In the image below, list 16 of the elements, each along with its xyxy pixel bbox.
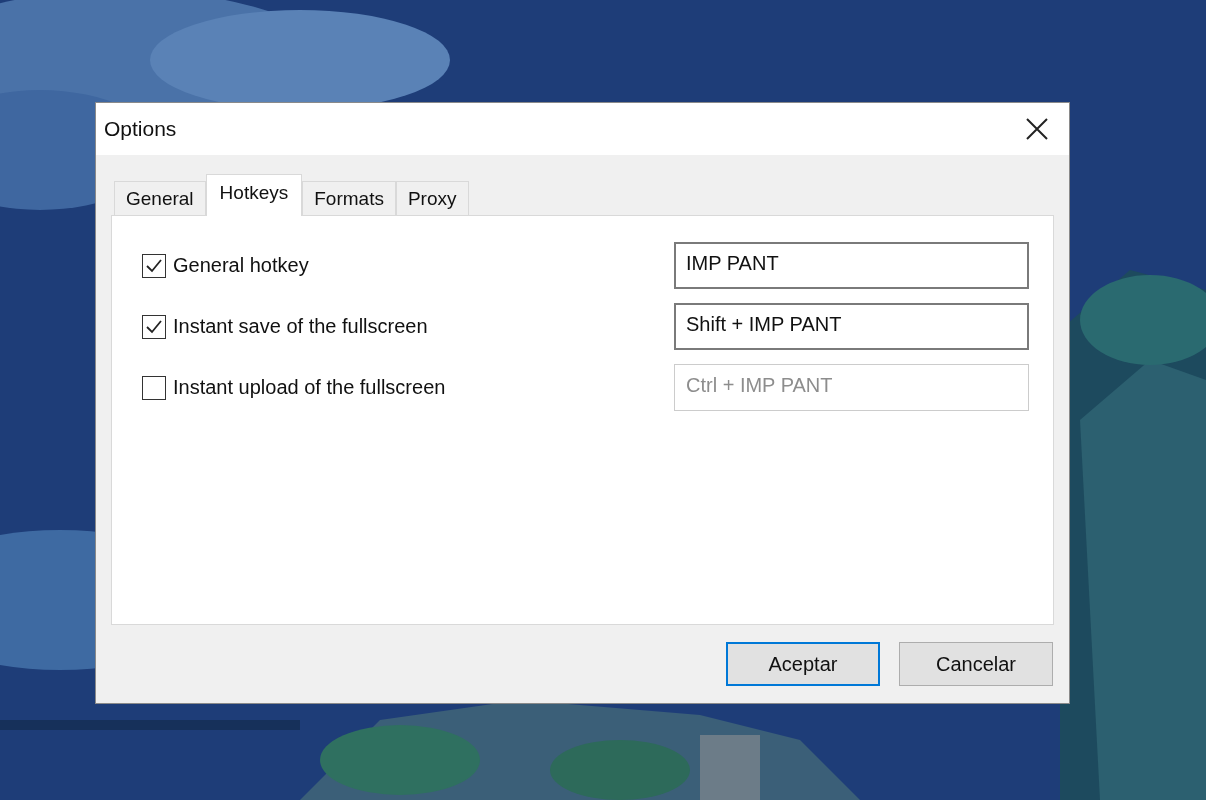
tab[interactable]: Formats <box>302 181 396 216</box>
checkbox[interactable] <box>142 314 166 339</box>
window-title: Options <box>104 117 177 141</box>
checkbox[interactable] <box>142 253 166 278</box>
hotkey-field[interactable]: IMP PANT <box>674 242 1029 289</box>
tab[interactable]: Proxy <box>395 181 469 216</box>
checkbox-label: Instant save of the fullscreen <box>173 315 428 338</box>
tab[interactable]: Hotkeys <box>205 174 303 216</box>
accept-button[interactable]: Aceptar <box>726 642 880 686</box>
checkbox-label: General hotkey <box>173 254 309 277</box>
hotkey-field[interactable]: Shift + IMP PANT <box>674 303 1029 350</box>
checkbox-label: Instant upload of the fullscreen <box>173 376 446 399</box>
tab[interactable]: General <box>114 181 206 216</box>
checkbox[interactable] <box>142 375 166 400</box>
close-icon[interactable] <box>1026 118 1048 140</box>
cancel-button[interactable]: Cancelar <box>899 642 1053 686</box>
